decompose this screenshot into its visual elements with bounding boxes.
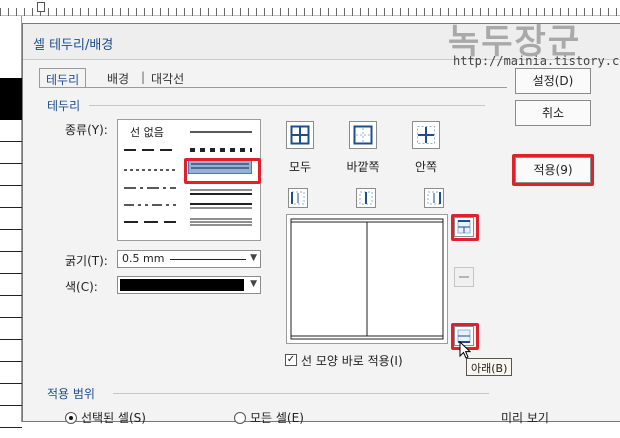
tab-border[interactable]: 테두리 — [39, 68, 87, 88]
watermark-url: http://mainia.tistory.com — [453, 54, 620, 68]
right-border-icon — [427, 191, 441, 205]
filled-cell — [0, 78, 22, 120]
preset-inside-label: 안쪽 — [414, 160, 438, 174]
scope-section-heading: 적용 범위 — [47, 387, 95, 401]
thickness-select[interactable]: 0.5 mm ▼ — [117, 250, 261, 268]
table-rows — [0, 76, 22, 438]
scope-selected-cells-radio[interactable] — [65, 412, 77, 424]
ok-button[interactable]: 설정(D) — [515, 68, 591, 94]
border-section-heading: 테두리 — [47, 99, 81, 113]
border-right-button[interactable] — [424, 188, 444, 208]
border-left-button[interactable] — [288, 188, 308, 208]
thickness-value: 0.5 mm — [122, 252, 165, 265]
highlight-double-line — [184, 158, 261, 184]
thickness-label: 굵기(T): — [65, 254, 108, 268]
left-border-icon — [291, 191, 305, 205]
preview-table-drawing — [290, 218, 444, 340]
preview-label: 미리 보기 — [501, 411, 549, 425]
apply-line-label: 선 모양 바로 적용(I) — [301, 354, 403, 368]
thickness-sample-line — [170, 259, 246, 260]
preset-outside-button[interactable] — [349, 121, 377, 149]
inside-borders-icon — [417, 126, 435, 144]
tab-diagonal[interactable]: 대각선 — [145, 68, 190, 88]
outside-borders-icon — [353, 125, 373, 145]
tooltip-bottom: 아래(B) — [466, 358, 513, 376]
color-swatch — [120, 279, 244, 291]
preset-all-label: 모두 — [288, 160, 312, 174]
color-select[interactable]: ▼ — [117, 276, 261, 294]
border-preview[interactable] — [286, 214, 448, 344]
preset-inside-button[interactable] — [412, 121, 440, 149]
chevron-down-icon: ▼ — [250, 253, 257, 263]
border-inner-vertical-button[interactable] — [356, 188, 376, 208]
scope-selected-cells-label: 선택된 셀(S) — [81, 411, 146, 425]
inner-horizontal-border-icon — [459, 276, 469, 278]
cell-border-dialog: 셀 테두리/배경 녹두장군 http://mainia.tistory.com … — [22, 22, 620, 425]
preset-outside-label: 바깥쪽 — [346, 160, 380, 174]
chevron-down-icon: ▼ — [250, 279, 257, 289]
tab-background[interactable]: 배경 — [101, 68, 135, 88]
border-inner-horizontal-button[interactable] — [454, 267, 474, 287]
inner-vertical-border-icon — [359, 191, 373, 205]
highlight-top-border — [451, 214, 479, 241]
scope-divider — [113, 393, 489, 394]
all-borders-icon — [290, 125, 310, 145]
color-label: 색(C): — [65, 280, 98, 294]
scope-all-cells-radio[interactable] — [234, 412, 246, 424]
dialog-title: 셀 테두리/배경 — [33, 38, 114, 53]
cancel-button[interactable]: 취소 — [515, 100, 591, 126]
document-table-edge — [0, 16, 22, 438]
tab-divider — [39, 87, 507, 88]
dialog-titlebar: 셀 테두리/배경 녹두장군 http://mainia.tistory.com — [23, 22, 620, 68]
line-type-label: 종류(Y): — [65, 123, 108, 137]
section-divider — [89, 105, 485, 106]
indent-marker[interactable] — [37, 2, 45, 12]
apply-line-checkbox[interactable]: ✓ — [285, 354, 297, 366]
preset-all-button[interactable] — [286, 121, 314, 149]
highlight-apply — [512, 154, 594, 186]
scope-all-cells-label: 모든 셀(E) — [250, 411, 304, 425]
